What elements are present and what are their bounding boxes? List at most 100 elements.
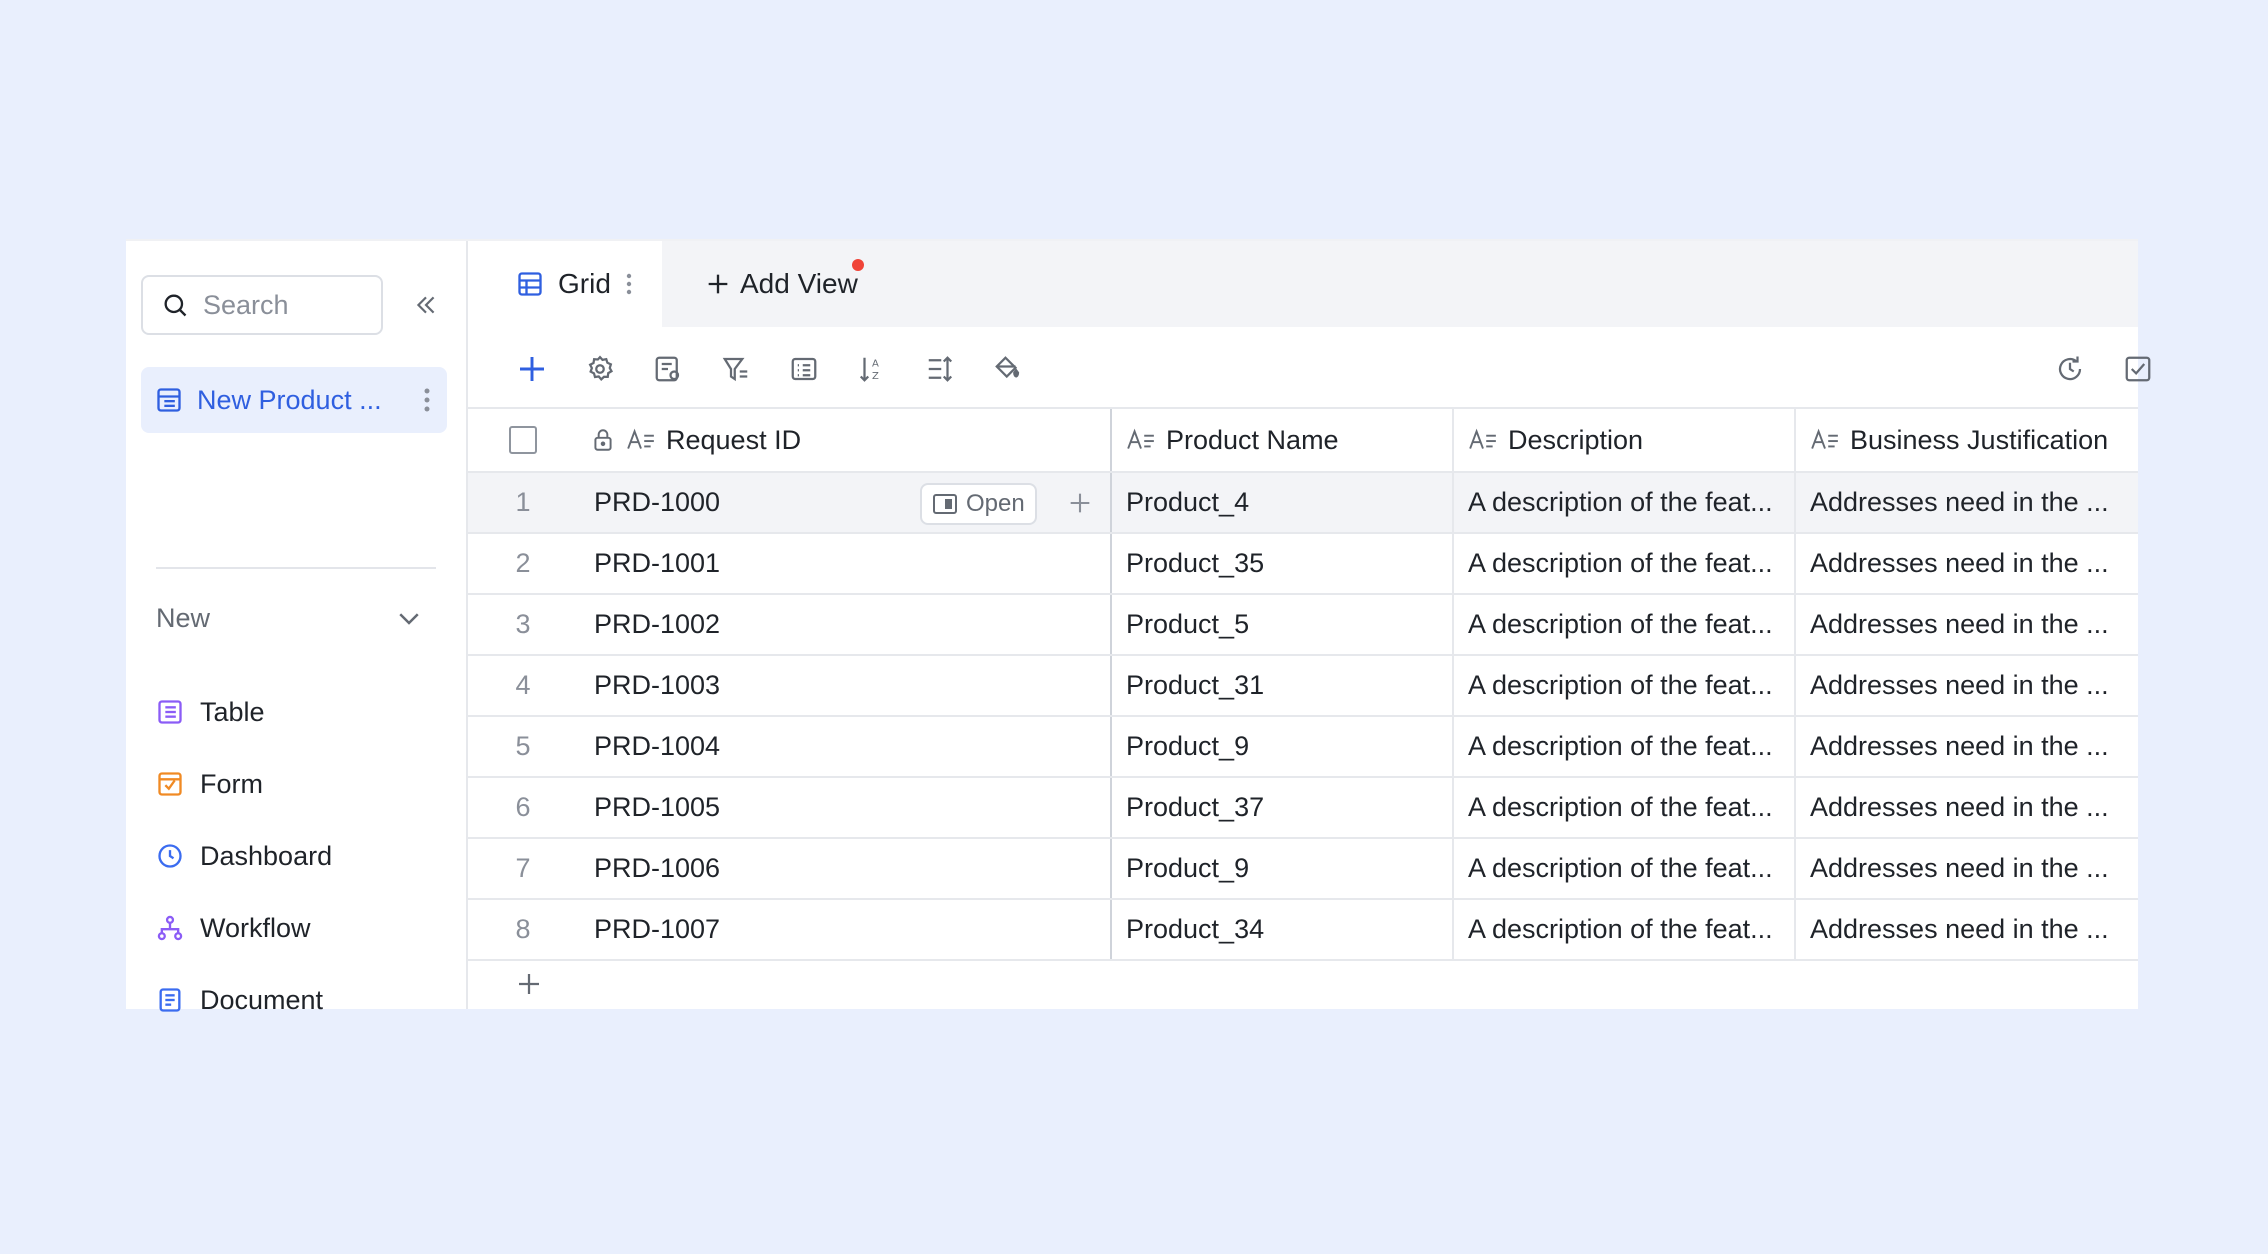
description-cell[interactable]: A description of the feat... <box>1454 656 1796 715</box>
svg-text:A: A <box>872 359 879 370</box>
collapse-sidebar-button[interactable] <box>408 287 444 323</box>
record-form-button[interactable] <box>646 347 690 391</box>
request-id-cell[interactable]: PRD-1003 <box>578 656 1112 715</box>
create-item-label: Table <box>200 696 265 727</box>
add-view-button[interactable]: Add View <box>704 241 858 327</box>
request-id-cell[interactable]: PRD-1005 <box>578 778 1112 837</box>
create-workflow-item[interactable]: Workflow <box>156 903 311 953</box>
open-label: Open <box>966 490 1025 517</box>
justification-cell[interactable]: Addresses need in the ... <box>1796 778 2138 837</box>
form-icon <box>158 772 182 796</box>
table-row[interactable]: 2 PRD-1001 Product_35 A description of t… <box>468 534 2138 595</box>
open-record-button[interactable]: Open <box>920 483 1037 525</box>
search-icon <box>164 294 187 317</box>
create-table-item[interactable]: Table <box>156 687 265 737</box>
notification-dot <box>852 259 864 271</box>
table-row[interactable]: 8 PRD-1007 Product_34 A description of t… <box>468 900 2138 961</box>
table-row[interactable]: 3 PRD-1002 Product_5 A description of th… <box>468 595 2138 656</box>
table-row[interactable]: 5 PRD-1004 Product_9 A description of th… <box>468 717 2138 778</box>
request-id-cell[interactable]: PRD-1004 <box>578 717 1112 776</box>
justification-cell[interactable]: Addresses need in the ... <box>1796 534 2138 593</box>
create-form-item[interactable]: Form <box>156 759 263 809</box>
justification-cell[interactable]: Addresses need in the ... <box>1796 473 2138 532</box>
column-header-label: Request ID <box>666 424 802 455</box>
product-name-cell[interactable]: Product_5 <box>1112 595 1454 654</box>
settings-button[interactable] <box>578 347 622 391</box>
table-row[interactable]: 4 PRD-1003 Product_31 A description of t… <box>468 656 2138 717</box>
row-number: 3 <box>515 609 531 639</box>
product-name-cell[interactable]: Product_37 <box>1112 778 1454 837</box>
create-dashboard-item[interactable]: Dashboard <box>156 831 332 881</box>
new-section-toggle[interactable]: New <box>156 593 424 643</box>
sort-az-icon: AZ <box>859 357 879 382</box>
request-id-cell[interactable]: PRD-1002 <box>578 595 1112 654</box>
select-all-checkbox[interactable] <box>509 426 537 454</box>
request-id-cell[interactable]: PRD-1007 <box>578 900 1112 959</box>
justification-cell[interactable]: Addresses need in the ... <box>1796 717 2138 776</box>
create-item-label: Form <box>200 768 263 799</box>
vertical-ellipsis-icon <box>626 273 632 295</box>
justification-cell[interactable]: Addresses need in the ... <box>1796 595 2138 654</box>
row-height-icon <box>928 356 953 382</box>
justification-cell[interactable]: Addresses need in the ... <box>1796 900 2138 959</box>
cell-value: PRD-1000 <box>594 487 721 517</box>
history-icon <box>2058 356 2082 381</box>
column-header-label: Product Name <box>1166 424 1339 455</box>
justification-cell[interactable]: Addresses need in the ... <box>1796 839 2138 898</box>
description-cell[interactable]: A description of the feat... <box>1454 534 1796 593</box>
product-name-cell[interactable]: Product_31 <box>1112 656 1454 715</box>
product-name-cell[interactable]: Product_9 <box>1112 839 1454 898</box>
description-cell[interactable]: A description of the feat... <box>1454 473 1796 532</box>
description-cell[interactable]: A description of the feat... <box>1454 717 1796 776</box>
add-row-inline-button[interactable] <box>1066 489 1094 517</box>
task-check-button[interactable] <box>2116 347 2160 391</box>
sidebar-item-new-product[interactable]: New Product ... <box>141 367 447 433</box>
view-tabbar: Grid Add View <box>468 241 2138 327</box>
text-field-icon <box>1810 427 1840 453</box>
description-cell[interactable]: A description of the feat... <box>1454 778 1796 837</box>
description-cell[interactable]: A description of the feat... <box>1454 839 1796 898</box>
tab-grid[interactable]: Grid <box>468 241 662 327</box>
column-header-business-justification[interactable]: Business Justification <box>1796 409 2138 471</box>
product-name-cell[interactable]: Product_4 <box>1112 473 1454 532</box>
product-name-cell[interactable]: Product_9 <box>1112 717 1454 776</box>
more-options-button[interactable] <box>407 387 447 413</box>
request-id-cell[interactable]: PRD-1006 <box>578 839 1112 898</box>
description-cell[interactable]: A description of the feat... <box>1454 595 1796 654</box>
row-number: 8 <box>515 914 531 944</box>
table-row[interactable]: 1 PRD-1000 Open Product_4 A description … <box>468 473 2138 534</box>
filter-button[interactable] <box>714 347 758 391</box>
checkbox-icon <box>2125 356 2151 382</box>
sort-button[interactable]: AZ <box>850 347 894 391</box>
table-icon <box>158 700 182 724</box>
row-number: 6 <box>515 792 531 822</box>
column-header-product-name[interactable]: Product Name <box>1112 409 1454 471</box>
request-id-cell[interactable]: PRD-1000 Open <box>578 473 1112 532</box>
product-name-cell[interactable]: Product_34 <box>1112 900 1454 959</box>
double-chevron-left-icon <box>416 296 435 314</box>
add-record-button[interactable] <box>510 347 554 391</box>
create-document-item[interactable]: Document <box>156 975 323 1025</box>
column-header-description[interactable]: Description <box>1454 409 1796 471</box>
description-cell[interactable]: A description of the feat... <box>1454 900 1796 959</box>
text-field-icon <box>626 427 656 453</box>
plus-icon <box>1070 493 1090 513</box>
search-input[interactable]: Search <box>141 275 383 335</box>
tab-more-button[interactable] <box>625 272 633 296</box>
product-name-cell[interactable]: Product_35 <box>1112 534 1454 593</box>
group-button[interactable] <box>782 347 826 391</box>
add-row-button[interactable] <box>514 969 544 999</box>
row-height-button[interactable] <box>918 347 962 391</box>
justification-cell[interactable]: Addresses need in the ... <box>1796 656 2138 715</box>
sidebar: Search New Product ... New Table Form Da <box>126 241 468 1015</box>
column-header-request-id[interactable]: Request ID <box>578 409 1112 471</box>
history-button[interactable] <box>2048 347 2092 391</box>
row-number: 7 <box>515 853 531 883</box>
request-id-cell[interactable]: PRD-1001 <box>578 534 1112 593</box>
table-row[interactable]: 6 PRD-1005 Product_37 A description of t… <box>468 778 2138 839</box>
color-fill-button[interactable] <box>986 347 1030 391</box>
document-icon <box>159 988 181 1012</box>
vertical-ellipsis-icon <box>424 388 430 412</box>
expand-panel-icon <box>933 494 957 514</box>
table-row[interactable]: 7 PRD-1006 Product_9 A description of th… <box>468 839 2138 900</box>
